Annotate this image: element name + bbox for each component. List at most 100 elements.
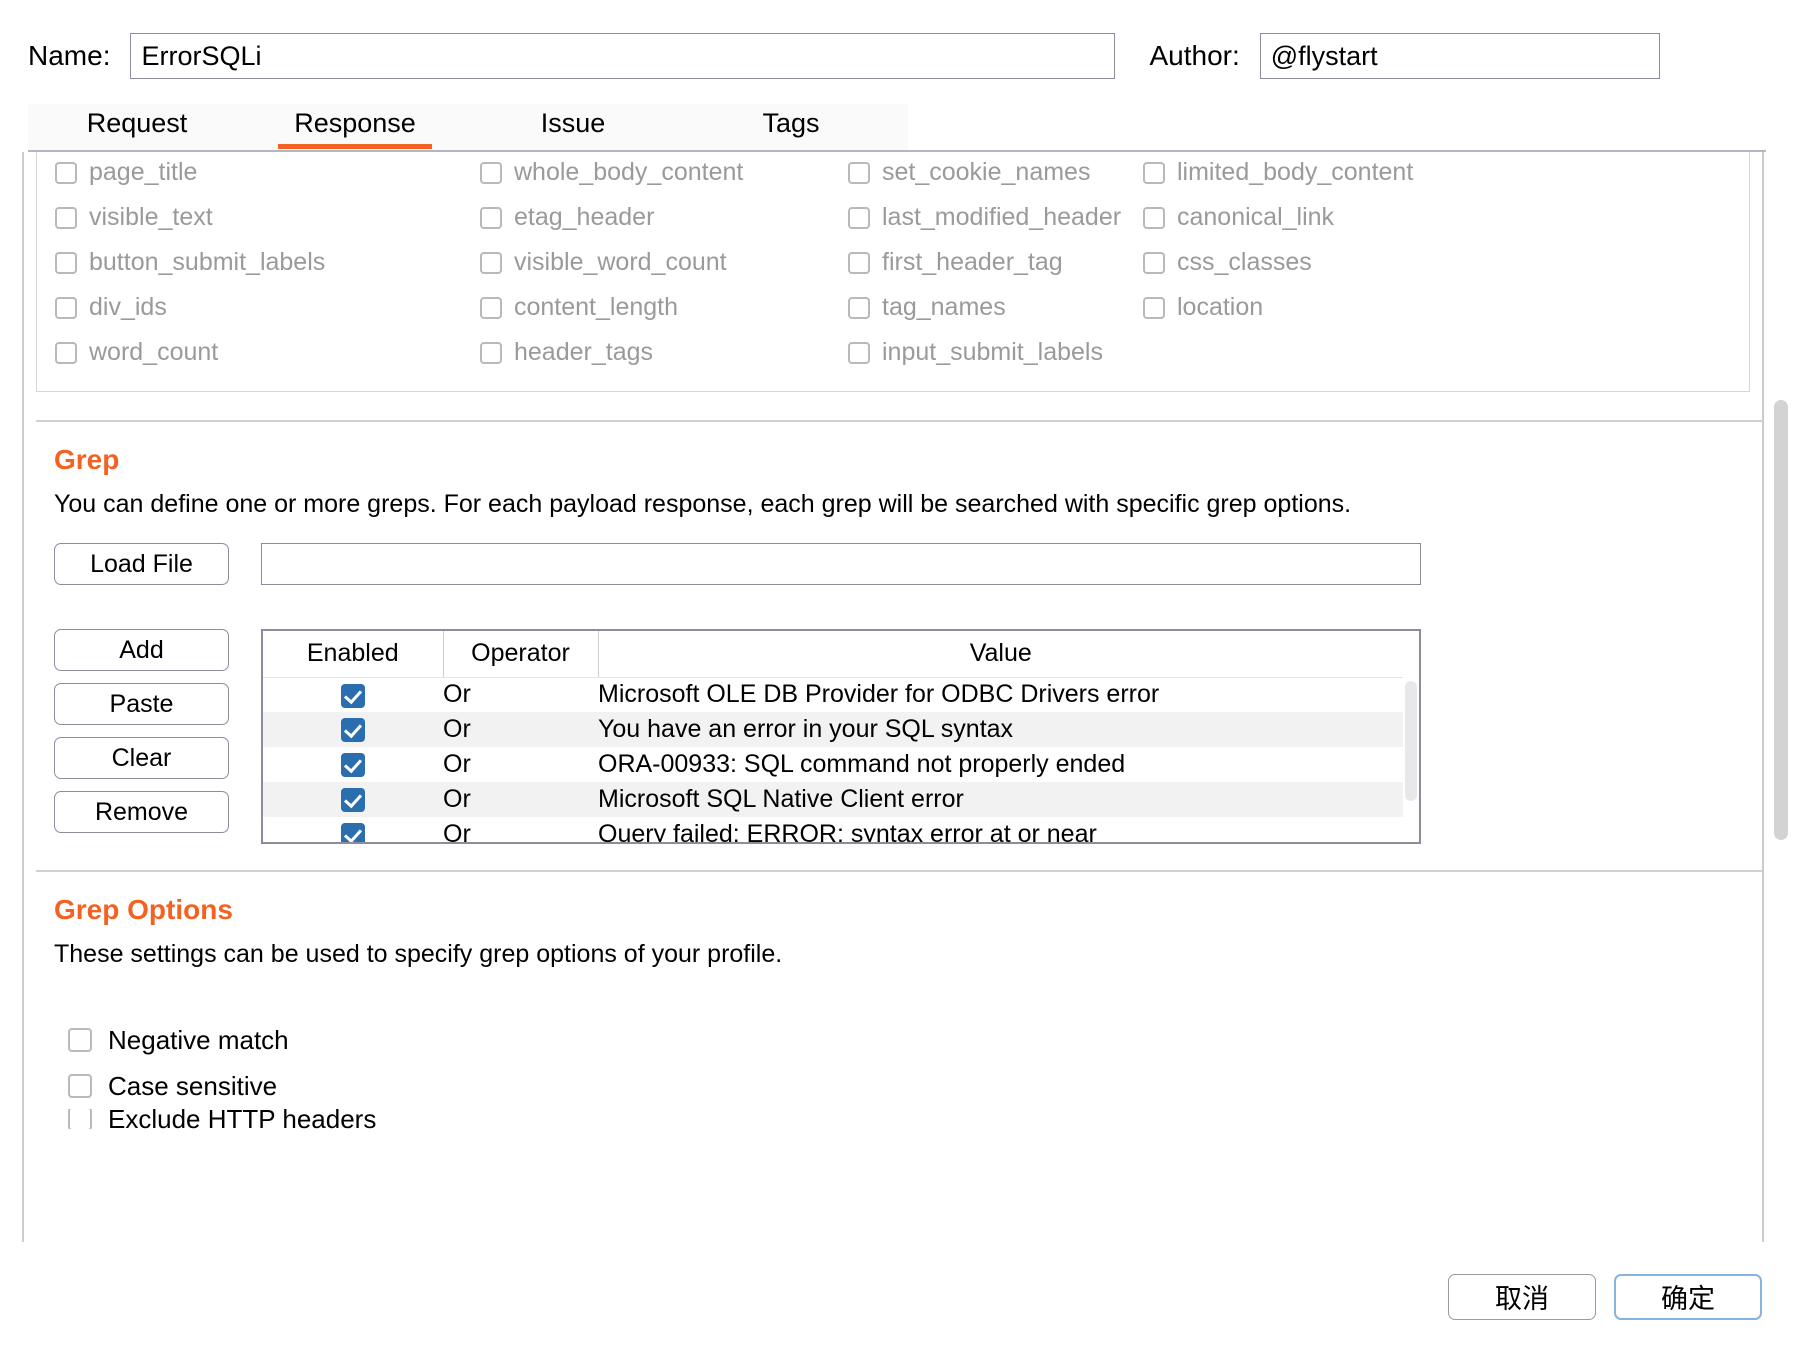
- tab-response[interactable]: Response: [246, 104, 464, 149]
- checkbox-checked-icon[interactable]: [341, 823, 365, 842]
- add-button[interactable]: Add: [54, 629, 229, 671]
- name-label: Name:: [28, 40, 111, 71]
- checkbox-label: canonical_link: [1177, 203, 1335, 231]
- checkbox-checked-icon[interactable]: [341, 718, 365, 743]
- checkbox-box-icon[interactable]: [848, 251, 870, 274]
- checkbox-box-icon[interactable]: [68, 1074, 92, 1098]
- checkbox-tag-names[interactable]: tag_names: [848, 285, 1143, 330]
- checkbox-box-icon[interactable]: [55, 206, 77, 229]
- checkbox-box-icon[interactable]: [55, 296, 77, 319]
- grep-row-value-cell[interactable]: You have an error in your SQL syntax: [598, 712, 1403, 747]
- checkbox-box-icon[interactable]: [848, 206, 870, 229]
- checkbox-etag-header[interactable]: etag_header: [480, 195, 848, 240]
- checkbox-box-icon[interactable]: [1143, 161, 1165, 184]
- grep-row-value-cell[interactable]: Microsoft OLE DB Provider for ODBC Drive…: [598, 677, 1403, 712]
- checkbox-box-icon[interactable]: [55, 251, 77, 274]
- checkbox-set-cookie-names[interactable]: set_cookie_names: [848, 152, 1143, 195]
- checkbox-box-icon[interactable]: [480, 341, 502, 364]
- author-input[interactable]: @flystart: [1259, 33, 1660, 79]
- paste-button[interactable]: Paste: [54, 683, 229, 725]
- checkbox-checked-icon[interactable]: [341, 753, 365, 778]
- grep-row-operator-cell[interactable]: Or: [443, 712, 598, 747]
- grep-row-enabled-cell[interactable]: [263, 712, 443, 747]
- tab-tags[interactable]: Tags: [682, 104, 900, 149]
- cancel-button[interactable]: 取消: [1448, 1273, 1596, 1320]
- checkbox-checked-icon[interactable]: [341, 683, 365, 708]
- checkbox-first-header-tag[interactable]: first_header_tag: [848, 240, 1143, 285]
- option-negative-match[interactable]: Negative match: [68, 1017, 1748, 1063]
- grep-row-operator-cell[interactable]: Or: [443, 817, 598, 842]
- checkbox-location[interactable]: location: [1143, 285, 1423, 330]
- ok-button[interactable]: 确定: [1614, 1273, 1762, 1320]
- grep-file-path-input[interactable]: [261, 543, 1421, 585]
- remove-button[interactable]: Remove: [54, 791, 229, 833]
- checkbox-page-title[interactable]: page_title: [55, 152, 480, 195]
- grep-row-operator-cell[interactable]: Or: [443, 677, 598, 712]
- grep-col-enabled[interactable]: Enabled: [263, 631, 444, 678]
- checkbox-content-length[interactable]: content_length: [480, 285, 848, 330]
- grep-row-value-cell[interactable]: Microsoft SQL Native Client error: [598, 782, 1403, 817]
- checkbox-label: button_submit_labels: [89, 248, 326, 276]
- load-file-button[interactable]: Load File: [54, 543, 229, 585]
- checkbox-input-submit-labels[interactable]: input_submit_labels: [848, 330, 1143, 375]
- checkbox-label: limited_body_content: [1177, 158, 1414, 186]
- option-label: Exclude HTTP headers: [108, 1109, 377, 1129]
- checkbox-box-icon[interactable]: [68, 1109, 92, 1129]
- checkbox-css-classes[interactable]: css_classes: [1143, 240, 1423, 285]
- checkbox-header-tags[interactable]: header_tags: [480, 330, 848, 375]
- option-exclude-http-headers[interactable]: Exclude HTTP headers: [68, 1109, 1748, 1129]
- checkbox-box-icon[interactable]: [480, 296, 502, 319]
- checkbox-visible-text[interactable]: visible_text: [55, 195, 480, 240]
- grep-col-value[interactable]: Value: [598, 631, 1403, 678]
- table-row[interactable]: Or You have an error in your SQL syntax: [263, 712, 1403, 747]
- checkbox-box-icon[interactable]: [480, 251, 502, 274]
- checkbox-box-icon[interactable]: [480, 161, 502, 184]
- checkbox-box-icon[interactable]: [55, 341, 77, 364]
- checkbox-box-icon[interactable]: [1143, 206, 1165, 229]
- grep-row-operator-cell[interactable]: Or: [443, 782, 598, 817]
- checkbox-visible-word-count[interactable]: visible_word_count: [480, 240, 848, 285]
- checkbox-canonical-link[interactable]: canonical_link: [1143, 195, 1423, 240]
- option-case-sensitive[interactable]: Case sensitive: [68, 1063, 1748, 1109]
- checkbox-whole-body-content[interactable]: whole_body_content: [480, 152, 848, 195]
- checkbox-box-icon[interactable]: [1143, 251, 1165, 274]
- grep-row-enabled-cell[interactable]: [263, 782, 443, 817]
- checkbox-box-icon[interactable]: [55, 161, 77, 184]
- grep-row-enabled-cell[interactable]: [263, 677, 443, 712]
- grep-row-enabled-cell[interactable]: [263, 817, 443, 842]
- checkbox-label: tag_names: [882, 293, 1006, 321]
- dialog-scrollbar-thumb[interactable]: [1774, 400, 1788, 840]
- checkbox-button-submit-labels[interactable]: button_submit_labels: [55, 240, 480, 285]
- grep-row-value-cell[interactable]: Query failed: ERROR: syntax error at or …: [598, 817, 1403, 842]
- clear-button[interactable]: Clear: [54, 737, 229, 779]
- checkbox-last-modified-header[interactable]: last_modified_header: [848, 195, 1143, 240]
- checkbox-box-icon[interactable]: [68, 1028, 92, 1052]
- checkbox-label: last_modified_header: [882, 203, 1122, 231]
- grep-col-operator[interactable]: Operator: [443, 631, 599, 678]
- table-row[interactable]: Or Microsoft SQL Native Client error: [263, 782, 1403, 817]
- table-row[interactable]: Or Microsoft OLE DB Provider for ODBC Dr…: [263, 677, 1403, 712]
- tab-request[interactable]: Request: [28, 104, 246, 149]
- checkbox-box-icon[interactable]: [848, 341, 870, 364]
- checkbox-limited-body-content[interactable]: limited_body_content: [1143, 152, 1423, 195]
- checkbox-div-ids[interactable]: div_ids: [55, 285, 480, 330]
- tab-issue[interactable]: Issue: [464, 104, 682, 149]
- table-row[interactable]: Or Query failed: ERROR: syntax error at …: [263, 817, 1403, 842]
- grep-table-scrollbar[interactable]: [1405, 681, 1417, 801]
- grep-row-operator-cell[interactable]: Or: [443, 747, 598, 782]
- grep-table: Enabled Operator Value Or Microsoft OLE …: [263, 631, 1403, 842]
- grep-row-enabled-cell[interactable]: [263, 747, 443, 782]
- grep-row-value-cell[interactable]: ORA-00933: SQL command not properly ende…: [598, 747, 1403, 782]
- checkbox-label: visible_word_count: [514, 248, 727, 276]
- checkbox-label: input_submit_labels: [882, 338, 1103, 366]
- checkbox-checked-icon[interactable]: [341, 788, 365, 813]
- table-row[interactable]: Or ORA-00933: SQL command not properly e…: [263, 747, 1403, 782]
- checkbox-word-count[interactable]: word_count: [55, 330, 480, 375]
- checkbox-box-icon[interactable]: [848, 161, 870, 184]
- checkbox-box-icon[interactable]: [848, 296, 870, 319]
- name-input[interactable]: ErrorSQLi: [130, 33, 1116, 79]
- checkbox-box-icon[interactable]: [1143, 296, 1165, 319]
- profile-editor-dialog: Name: ErrorSQLi Author: @flystart Reques…: [0, 0, 1794, 1350]
- checkbox-box-icon[interactable]: [480, 206, 502, 229]
